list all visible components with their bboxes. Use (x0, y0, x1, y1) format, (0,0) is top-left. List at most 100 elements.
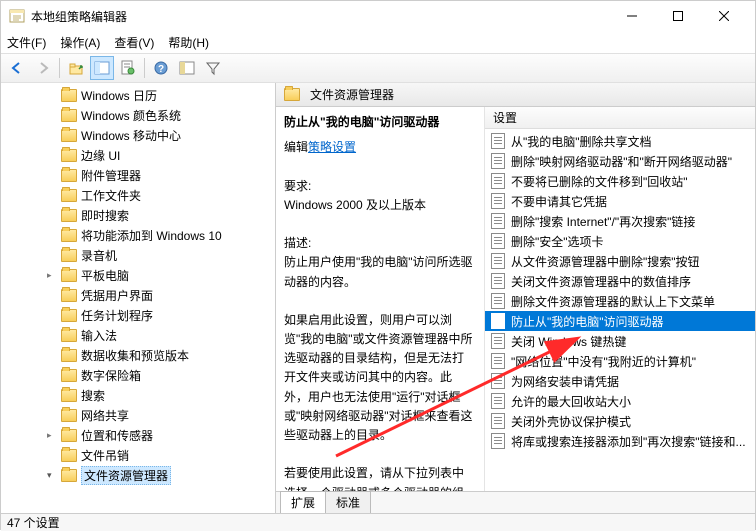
tree-item[interactable]: 凭据用户界面 (1, 285, 275, 305)
tree-item[interactable]: 边缘 UI (1, 145, 275, 165)
tab-standard[interactable]: 标准 (325, 491, 371, 513)
setting-item[interactable]: 允许的最大回收站大小 (485, 391, 755, 411)
properties-button[interactable] (116, 56, 140, 80)
setting-item[interactable]: "网络位置"中没有"我附近的计算机" (485, 351, 755, 371)
help-button[interactable]: ? (149, 56, 173, 80)
menu-file[interactable]: 文件(F) (7, 34, 46, 51)
folder-icon (61, 149, 77, 162)
setting-item[interactable]: 不要申请其它凭据 (485, 191, 755, 211)
tree-item-label: Windows 颜色系统 (81, 107, 181, 124)
folder-icon (61, 449, 77, 462)
setting-item[interactable]: 关闭 Windows 键热键 (485, 331, 755, 351)
tree-item[interactable]: 任务计划程序 (1, 305, 275, 325)
folder-icon (61, 109, 77, 122)
tree-item-label: 位置和传感器 (81, 427, 153, 444)
policy-icon (491, 313, 505, 329)
tree-item[interactable]: Windows 颜色系统 (1, 105, 275, 125)
policy-icon (491, 233, 505, 249)
setting-item[interactable]: 关闭外壳协议保护模式 (485, 411, 755, 431)
menu-action[interactable]: 操作(A) (60, 34, 100, 51)
settings-column-header[interactable]: 设置 (485, 107, 755, 129)
setting-item-label: 删除"搜索 Internet"/"再次搜索"链接 (511, 213, 695, 230)
maximize-button[interactable] (655, 1, 701, 31)
policy-icon (491, 173, 505, 189)
folder-icon (61, 289, 77, 302)
setting-item-label: "网络位置"中没有"我附近的计算机" (511, 353, 696, 370)
setting-item-label: 从"我的电脑"删除共享文档 (511, 133, 652, 150)
tab-extended[interactable]: 扩展 (280, 491, 326, 513)
setting-item-label: 为网络安装申请凭据 (511, 373, 619, 390)
folder-icon (284, 88, 300, 101)
tree-item-label: 文件资源管理器 (81, 466, 171, 485)
content-title: 文件资源管理器 (310, 86, 394, 103)
tree-item-label: 任务计划程序 (81, 307, 153, 324)
setting-item[interactable]: 防止从"我的电脑"访问驱动器 (485, 311, 755, 331)
tree-item[interactable]: 搜索 (1, 385, 275, 405)
back-button[interactable] (5, 56, 29, 80)
refresh-button[interactable] (175, 56, 199, 80)
minimize-button[interactable] (609, 1, 655, 31)
tree-item[interactable]: Windows 移动中心 (1, 125, 275, 145)
window-title: 本地组策略编辑器 (31, 8, 609, 25)
setting-item-label: 删除"安全"选项卡 (511, 233, 604, 250)
tree-item[interactable]: 将功能添加到 Windows 10 (1, 225, 275, 245)
setting-item-label: 不要申请其它凭据 (511, 193, 607, 210)
filter-button[interactable] (201, 56, 225, 80)
setting-item[interactable]: 删除"映射网络驱动器"和"断开网络驱动器" (485, 151, 755, 171)
setting-item-label: 删除"映射网络驱动器"和"断开网络驱动器" (511, 153, 732, 170)
setting-item[interactable]: 不要将已删除的文件移到"回收站" (485, 171, 755, 191)
description-body-1: 防止用户使用"我的电脑"访问所选驱动器的内容。 (284, 253, 474, 291)
forward-button[interactable] (31, 56, 55, 80)
description-body-3: 若要使用此设置，请从下拉列表中选择一个驱动器或多个驱动器的组合。 (284, 464, 474, 491)
tree-item[interactable]: 网络共享 (1, 405, 275, 425)
requirements-label: 要求: (284, 177, 474, 196)
tree-item[interactable]: 数据收集和预览版本 (1, 345, 275, 365)
setting-item[interactable]: 从文件资源管理器中删除"搜索"按钮 (485, 251, 755, 271)
menu-help[interactable]: 帮助(H) (168, 34, 209, 51)
tree-pane[interactable]: Windows 日历 Windows 颜色系统 Windows 移动中心边缘 UI附… (1, 83, 276, 513)
setting-item[interactable]: 关闭文件资源管理器中的数值排序 (485, 271, 755, 291)
menu-view[interactable]: 查看(V) (114, 34, 154, 51)
tree-item[interactable]: 数字保险箱 (1, 365, 275, 385)
tree-item[interactable]: 输入法 (1, 325, 275, 345)
folder-icon (61, 249, 77, 262)
setting-item[interactable]: 删除"安全"选项卡 (485, 231, 755, 251)
policy-icon (491, 213, 505, 229)
tree-item[interactable]: 文件资源管理器 (1, 465, 275, 485)
tree-item[interactable]: 工作文件夹 (1, 185, 275, 205)
setting-item[interactable]: 删除"搜索 Internet"/"再次搜索"链接 (485, 211, 755, 231)
tree-item-label: Windows 移动中心 (81, 127, 181, 144)
tree-item[interactable]: 文件吊销 (1, 445, 275, 465)
setting-item[interactable]: 将库或搜索连接器添加到"再次搜索"链接和... (485, 431, 755, 451)
policy-settings-link[interactable]: 策略设置 (308, 140, 356, 154)
setting-item[interactable]: 删除文件资源管理器的默认上下文菜单 (485, 291, 755, 311)
policy-icon (491, 333, 505, 349)
requirements-text: Windows 2000 及以上版本 (284, 196, 474, 215)
tree-item[interactable]: 位置和传感器 (1, 425, 275, 445)
setting-item-label: 允许的最大回收站大小 (511, 393, 631, 410)
tree-item-label: 搜索 (81, 387, 105, 404)
tree-item[interactable]: 录音机 (1, 245, 275, 265)
tree-item-label: Windows 日历 (81, 87, 157, 104)
policy-icon (491, 253, 505, 269)
policy-icon (491, 293, 505, 309)
setting-item[interactable]: 为网络安装申请凭据 (485, 371, 755, 391)
setting-item-label: 关闭 Windows 键热键 (511, 333, 626, 350)
show-tree-button[interactable] (90, 56, 114, 80)
policy-icon (491, 193, 505, 209)
description-body-2: 如果启用此设置，则用户可以浏览"我的电脑"或文件资源管理器中所选驱动器的目录结构… (284, 311, 474, 445)
tree-item[interactable]: 平板电脑 (1, 265, 275, 285)
close-button[interactable] (701, 1, 747, 31)
tree-item-label: 数据收集和预览版本 (81, 347, 189, 364)
tabs-row: 扩展 标准 (276, 491, 755, 513)
policy-icon (491, 413, 505, 429)
settings-list[interactable]: 从"我的电脑"删除共享文档删除"映射网络驱动器"和"断开网络驱动器"不要将已删除… (485, 129, 755, 491)
setting-item[interactable]: 从"我的电脑"删除共享文档 (485, 131, 755, 151)
app-icon (9, 8, 25, 24)
folder-icon (61, 429, 77, 442)
content-header: 文件资源管理器 (276, 83, 755, 107)
up-button[interactable] (64, 56, 88, 80)
tree-item[interactable]: 附件管理器 (1, 165, 275, 185)
tree-item[interactable]: Windows 日历 (1, 85, 275, 105)
tree-item[interactable]: 即时搜索 (1, 205, 275, 225)
